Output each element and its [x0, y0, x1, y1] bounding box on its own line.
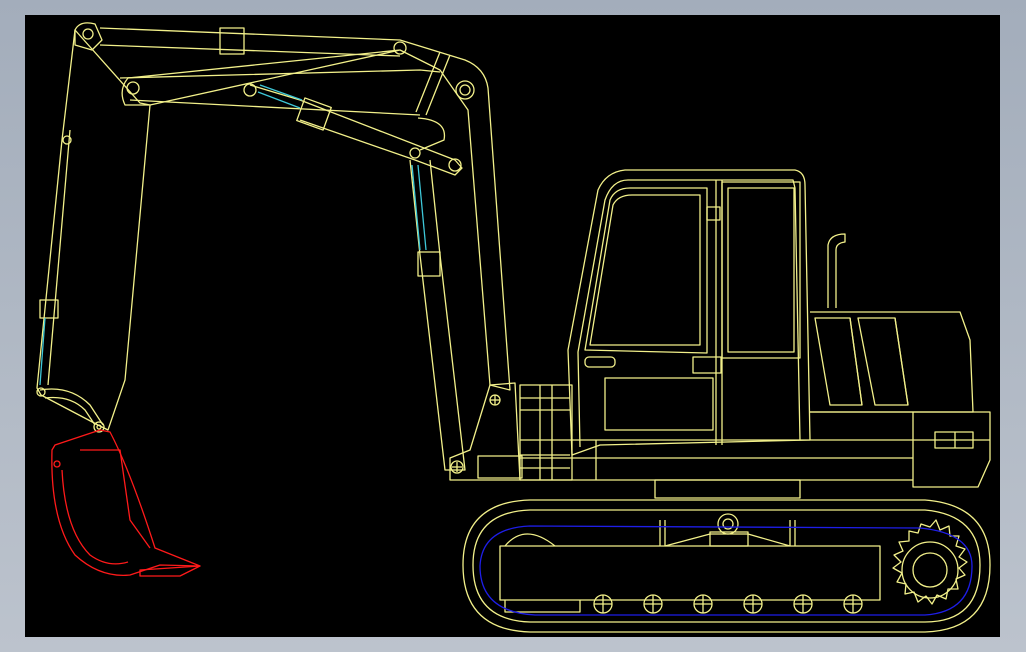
boom-foot: [449, 382, 573, 481]
cab-light: [584, 356, 616, 368]
door-handle: [706, 206, 721, 221]
cab-door-window: [721, 181, 801, 359]
boom-pin-upper-inner: [459, 84, 471, 96]
link-pin-left: [243, 83, 257, 97]
cad-viewport[interactable]: [25, 15, 1000, 637]
linkage: [243, 83, 466, 471]
link-pin-mid: [409, 147, 421, 159]
exhaust-stack: [827, 233, 846, 308]
undercarriage: [462, 499, 991, 633]
track-frame: [499, 545, 881, 601]
excavator-drawing: [36, 22, 991, 633]
swing-bearing: [654, 479, 801, 499]
carrier-roller: [717, 513, 739, 535]
arm-stick: [36, 22, 151, 431]
counterweight: [810, 411, 991, 488]
arm-pin-top: [82, 28, 94, 40]
hydraulic-rods: [39, 84, 427, 386]
hood-grille-right: [857, 317, 909, 406]
boom-pin-tip: [393, 41, 407, 55]
arm-cylinder-pin: [126, 81, 140, 95]
arm-pin-mid: [62, 135, 72, 145]
hood-grille-left: [814, 317, 863, 406]
drive-sprocket: [892, 519, 968, 605]
mirror: [692, 356, 722, 374]
track-rollers: [593, 594, 863, 614]
engine-hood: [810, 233, 991, 488]
bucket-hinge-pin: [53, 460, 61, 468]
boom: [99, 27, 511, 391]
bucket: [51, 429, 201, 577]
cab-lower-panel: [604, 377, 714, 431]
cab: [567, 169, 811, 456]
boom-pin-upper: [455, 80, 475, 100]
